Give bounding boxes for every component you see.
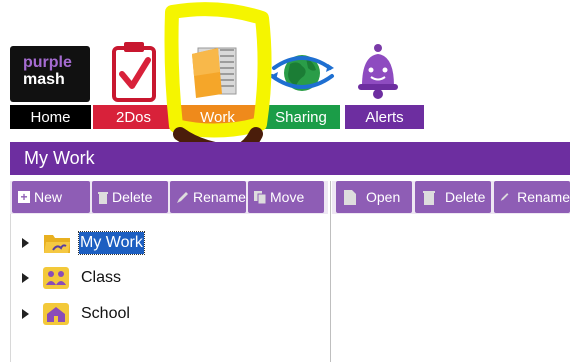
tree-item-school[interactable]: School xyxy=(22,303,130,325)
new-button[interactable]: + New xyxy=(12,181,90,213)
logo-text-line1: purple xyxy=(23,54,72,71)
page-title: My Work xyxy=(10,142,570,175)
left-panel-border xyxy=(10,214,11,362)
right-rename-button[interactable]: Rename xyxy=(494,181,570,213)
right-delete-button[interactable]: Delete xyxy=(415,181,491,213)
trash-icon xyxy=(423,190,435,205)
file-icon xyxy=(344,189,356,205)
tree-label-class: Class xyxy=(81,269,122,286)
nav-home[interactable]: Home xyxy=(10,105,91,129)
purple-mash-logo[interactable]: purple mash xyxy=(10,46,90,102)
clipboard-check-icon[interactable] xyxy=(110,40,158,102)
panel-divider xyxy=(330,181,331,362)
new-icon: + xyxy=(18,191,30,203)
trash-icon xyxy=(98,191,108,204)
open-button-label: Open xyxy=(366,189,401,205)
rename-button-label: Rename xyxy=(193,189,246,205)
move-icon xyxy=(254,190,266,204)
open-button[interactable]: Open xyxy=(336,181,412,213)
folder-icon xyxy=(44,235,70,253)
right-rename-button-label: Rename xyxy=(517,189,570,205)
tree-item-class[interactable]: Class xyxy=(22,267,121,289)
tree-label-school: School xyxy=(81,305,130,322)
expand-arrow-icon[interactable] xyxy=(22,273,29,283)
move-button-label: Move xyxy=(270,189,305,205)
pencil-icon xyxy=(500,193,509,201)
expand-arrow-icon[interactable] xyxy=(22,238,29,248)
delete-button[interactable]: Delete xyxy=(92,181,168,213)
pencil-icon xyxy=(177,191,188,203)
bell-alert-icon[interactable] xyxy=(356,42,400,100)
delete-button-label: Delete xyxy=(112,189,153,205)
move-button[interactable]: Move xyxy=(248,181,324,213)
right-delete-button-label: Delete xyxy=(445,189,486,205)
nav-alerts[interactable]: Alerts xyxy=(345,105,424,129)
tree-item-my-work[interactable]: My Work xyxy=(22,231,145,255)
rename-button[interactable]: Rename xyxy=(170,181,246,213)
tree-label-my-work: My Work xyxy=(78,231,145,255)
school-building-icon xyxy=(43,303,69,325)
class-group-icon xyxy=(43,267,69,289)
new-button-label: New xyxy=(34,189,63,205)
expand-arrow-icon[interactable] xyxy=(22,309,29,319)
logo-text-line2: mash xyxy=(23,71,65,88)
